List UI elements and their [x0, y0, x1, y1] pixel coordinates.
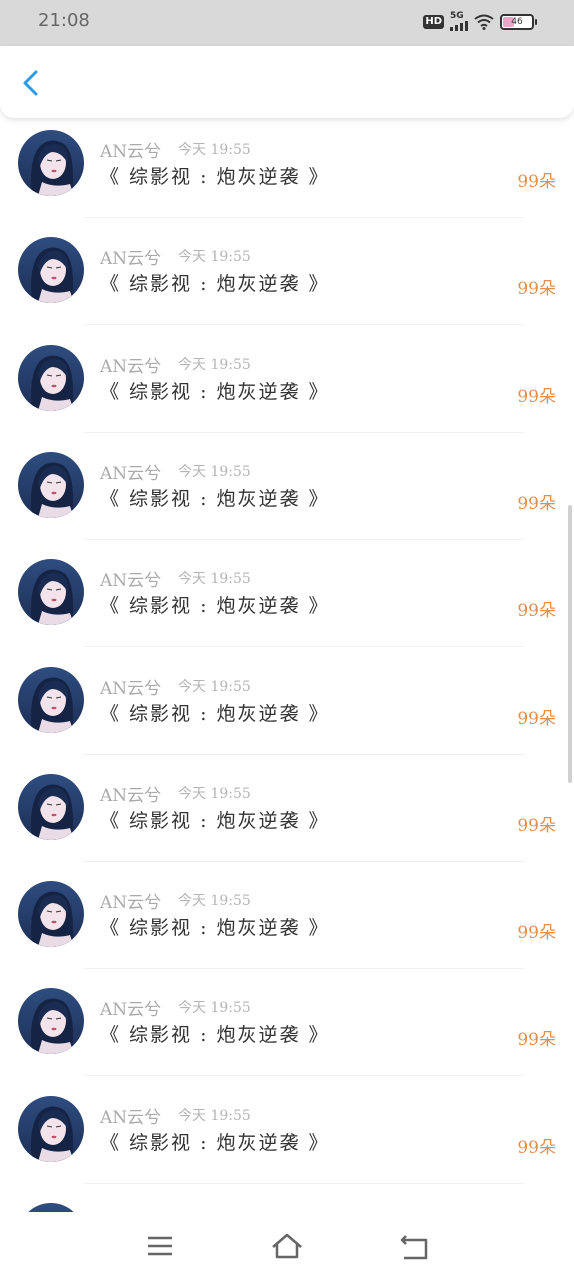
list-item[interactable]: AN云兮 今天 19:55 《 综影视 : 炮灰逆袭 》 99朵 — [0, 444, 574, 551]
timestamp: 今天 19:55 — [178, 678, 251, 695]
signal-icon: 5G — [450, 12, 468, 31]
sender-name: AN云兮 — [100, 463, 162, 484]
sender-name: AN云兮 — [100, 1000, 162, 1021]
avatar[interactable] — [18, 1095, 84, 1162]
battery-level: 46 — [511, 16, 523, 27]
avatar[interactable] — [18, 881, 84, 948]
list-item[interactable]: AN云兮 今天 19:55 《 综影视 : 炮灰逆袭 》 99朵 — [0, 122, 574, 229]
timestamp: 今天 19:55 — [178, 1107, 251, 1124]
gift-amount: 99朵 — [517, 1137, 556, 1158]
chevron-left-icon[interactable] — [16, 68, 46, 98]
avatar[interactable] — [18, 130, 84, 196]
gift-amount: 99朵 — [517, 1030, 556, 1051]
timestamp: 今天 19:55 — [178, 249, 251, 266]
book-title: 《 综影视 : 炮灰逆袭 》 — [100, 917, 330, 940]
status-bar: 21:08 HD 5G 46 — [0, 0, 574, 46]
book-title: 《 综影视 : 炮灰逆袭 》 — [100, 1131, 330, 1154]
avatar[interactable] — [18, 988, 84, 1055]
sender-name: AN云兮 — [100, 142, 162, 162]
gift-amount: 99朵 — [517, 923, 556, 944]
divider — [84, 968, 524, 970]
divider — [84, 324, 524, 326]
sender-name: AN云兮 — [100, 356, 162, 377]
wifi-icon — [474, 14, 494, 30]
timestamp: 今天 19:55 — [178, 785, 251, 802]
divider — [84, 646, 524, 648]
status-icons: HD 5G 46 — [423, 12, 537, 31]
avatar[interactable] — [18, 451, 84, 518]
divider — [84, 538, 524, 540]
gift-amount: 99朵 — [517, 172, 556, 192]
nav-bar — [0, 46, 574, 118]
divider — [84, 431, 524, 433]
list-item[interactable] — [0, 1195, 574, 1212]
book-title: 《 综影视 : 炮灰逆袭 》 — [100, 595, 330, 618]
avatar[interactable] — [18, 559, 84, 626]
book-title: 《 综影视 : 炮灰逆袭 》 — [100, 809, 330, 832]
avatar[interactable] — [18, 1203, 84, 1212]
scrollbar[interactable] — [568, 505, 572, 783]
gift-record-list[interactable]: AN云兮 今天 19:55 《 综影视 : 炮灰逆袭 》 99朵 AN云兮 今天… — [0, 118, 574, 1212]
list-item[interactable]: AN云兮 今天 19:55 《 综影视 : 炮灰逆袭 》 99朵 — [0, 229, 574, 336]
sender-name: AN云兮 — [100, 678, 162, 699]
list-item[interactable]: AN云兮 今天 19:55 《 综影视 : 炮灰逆袭 》 99朵 — [0, 337, 574, 444]
list-item[interactable]: AN云兮 今天 19:55 《 综影视 : 炮灰逆袭 》 99朵 — [0, 766, 574, 873]
book-title: 《 综影视 : 炮灰逆袭 》 — [100, 166, 330, 188]
divider — [84, 217, 524, 218]
sender-name: AN云兮 — [100, 785, 162, 806]
return-icon[interactable] — [396, 1228, 432, 1264]
gift-amount: 99朵 — [517, 493, 556, 514]
timestamp: 今天 19:55 — [178, 893, 251, 910]
book-title: 《 综影视 : 炮灰逆袭 》 — [100, 1024, 330, 1047]
book-title: 《 综影视 : 炮灰逆袭 》 — [100, 273, 330, 296]
menu-icon[interactable] — [142, 1228, 178, 1264]
timestamp: 今天 19:55 — [178, 356, 251, 373]
list-item[interactable]: AN云兮 今天 19:55 《 综影视 : 炮灰逆袭 》 99朵 — [0, 551, 574, 658]
list-item[interactable]: AN云兮 今天 19:55 《 综影视 : 炮灰逆袭 》 99朵 — [0, 873, 574, 980]
avatar[interactable] — [18, 344, 84, 411]
hd-icon: HD — [423, 14, 444, 29]
gift-amount: 99朵 — [517, 815, 556, 836]
sender-name: AN云兮 — [100, 1107, 162, 1128]
list-item[interactable]: AN云兮 今天 19:55 《 综影视 : 炮灰逆袭 》 99朵 — [0, 980, 574, 1087]
timestamp: 今天 19:55 — [178, 571, 251, 588]
divider — [84, 1075, 524, 1077]
book-title: 《 综影视 : 炮灰逆袭 》 — [100, 702, 330, 725]
home-icon[interactable] — [269, 1228, 305, 1264]
timestamp: 今天 19:55 — [178, 142, 251, 158]
timestamp: 今天 19:55 — [178, 463, 251, 480]
gift-amount: 99朵 — [517, 279, 556, 300]
divider — [84, 753, 524, 755]
book-title: 《 综影视 : 炮灰逆袭 》 — [100, 380, 330, 403]
divider — [84, 1182, 524, 1184]
sender-name: AN云兮 — [100, 571, 162, 592]
avatar[interactable] — [18, 773, 84, 840]
bottom-navigation — [0, 1212, 574, 1280]
gift-amount: 99朵 — [517, 708, 556, 729]
list-item[interactable]: AN云兮 今天 19:55 《 综影视 : 炮灰逆袭 》 99朵 — [0, 1088, 574, 1195]
gift-amount: 99朵 — [517, 601, 556, 622]
status-time: 21:08 — [38, 10, 90, 31]
network-type-label: 5G — [450, 11, 464, 21]
battery-icon: 46 — [500, 13, 537, 30]
book-title: 《 综影视 : 炮灰逆袭 》 — [100, 487, 330, 510]
list-item[interactable]: AN云兮 今天 19:55 《 综影视 : 炮灰逆袭 》 99朵 — [0, 659, 574, 766]
avatar[interactable] — [18, 237, 84, 304]
sender-name: AN云兮 — [100, 249, 162, 270]
sender-name: AN云兮 — [100, 893, 162, 914]
divider — [84, 860, 524, 862]
timestamp: 今天 19:55 — [178, 1000, 251, 1017]
avatar[interactable] — [18, 666, 84, 733]
gift-amount: 99朵 — [517, 386, 556, 407]
